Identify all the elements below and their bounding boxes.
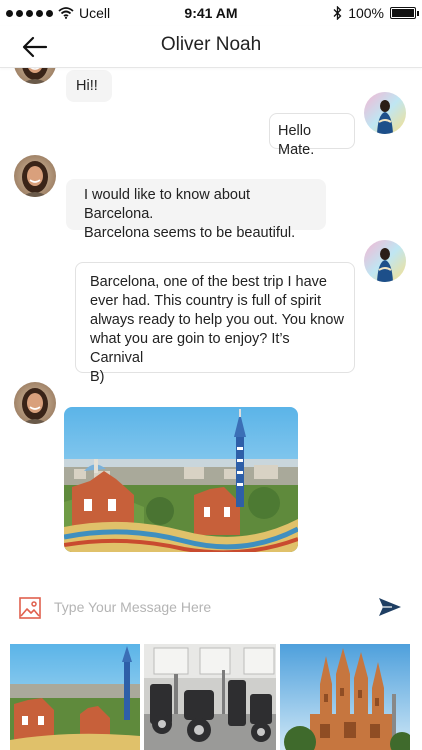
message-text-line: always ready to help you out. You know [90,312,344,328]
my-avatar[interactable] [364,92,406,134]
message-list[interactable]: Hi!! Hello Mate. I would like to know ab… [0,68,422,573]
contact-name: Oliver Noah [160,34,262,55]
message-text-line: I would like to know about Barcelona. [84,187,251,222]
message-text: Hello Mate. [278,123,315,158]
battery-percent: 100% [348,5,384,21]
park-guell-photo[interactable] [64,407,298,552]
sagrada-familia-thumb[interactable] [280,644,410,750]
message-text: Hi!! [76,78,98,94]
message-composer [0,580,422,636]
message-bubble-incoming[interactable]: I would like to know about Barcelona. Ba… [66,179,326,241]
message-text-line: Barcelona seems to be beautiful. [84,225,296,241]
message-bubble-outgoing[interactable]: Barcelona, one of the best trip I have e… [75,262,355,385]
contact-avatar[interactable] [14,382,56,424]
contact-avatar[interactable] [14,68,56,84]
my-avatar[interactable] [364,240,406,282]
message-bubble-outgoing[interactable]: Hello Mate. [269,113,355,158]
message-text-line: Barcelona, one of the best trip I have [90,274,327,290]
park-guell-thumb[interactable] [10,644,140,750]
gym-equipment-thumb[interactable] [144,644,276,750]
message-text-line: ever had. This country is full of spirit [90,293,322,309]
send-button[interactable] [378,596,402,618]
status-bar: Ucell 9:41 AM 100% [0,0,422,26]
chat-header: Oliver Noah [0,26,422,68]
bluetooth-icon [333,6,342,20]
message-bubble-incoming[interactable]: Hi!! [66,70,112,102]
send-icon [379,598,401,616]
message-text-line: B) [90,369,105,385]
status-right: 100% [333,5,419,21]
battery-icon [390,7,419,19]
message-text-line: what you are goin to enjoy? It’s Carniva… [90,331,290,366]
photo-gallery [0,644,422,750]
contact-avatar[interactable] [14,155,56,197]
attach-image-button[interactable] [18,596,42,620]
message-input[interactable] [54,594,354,620]
image-icon [19,597,41,619]
